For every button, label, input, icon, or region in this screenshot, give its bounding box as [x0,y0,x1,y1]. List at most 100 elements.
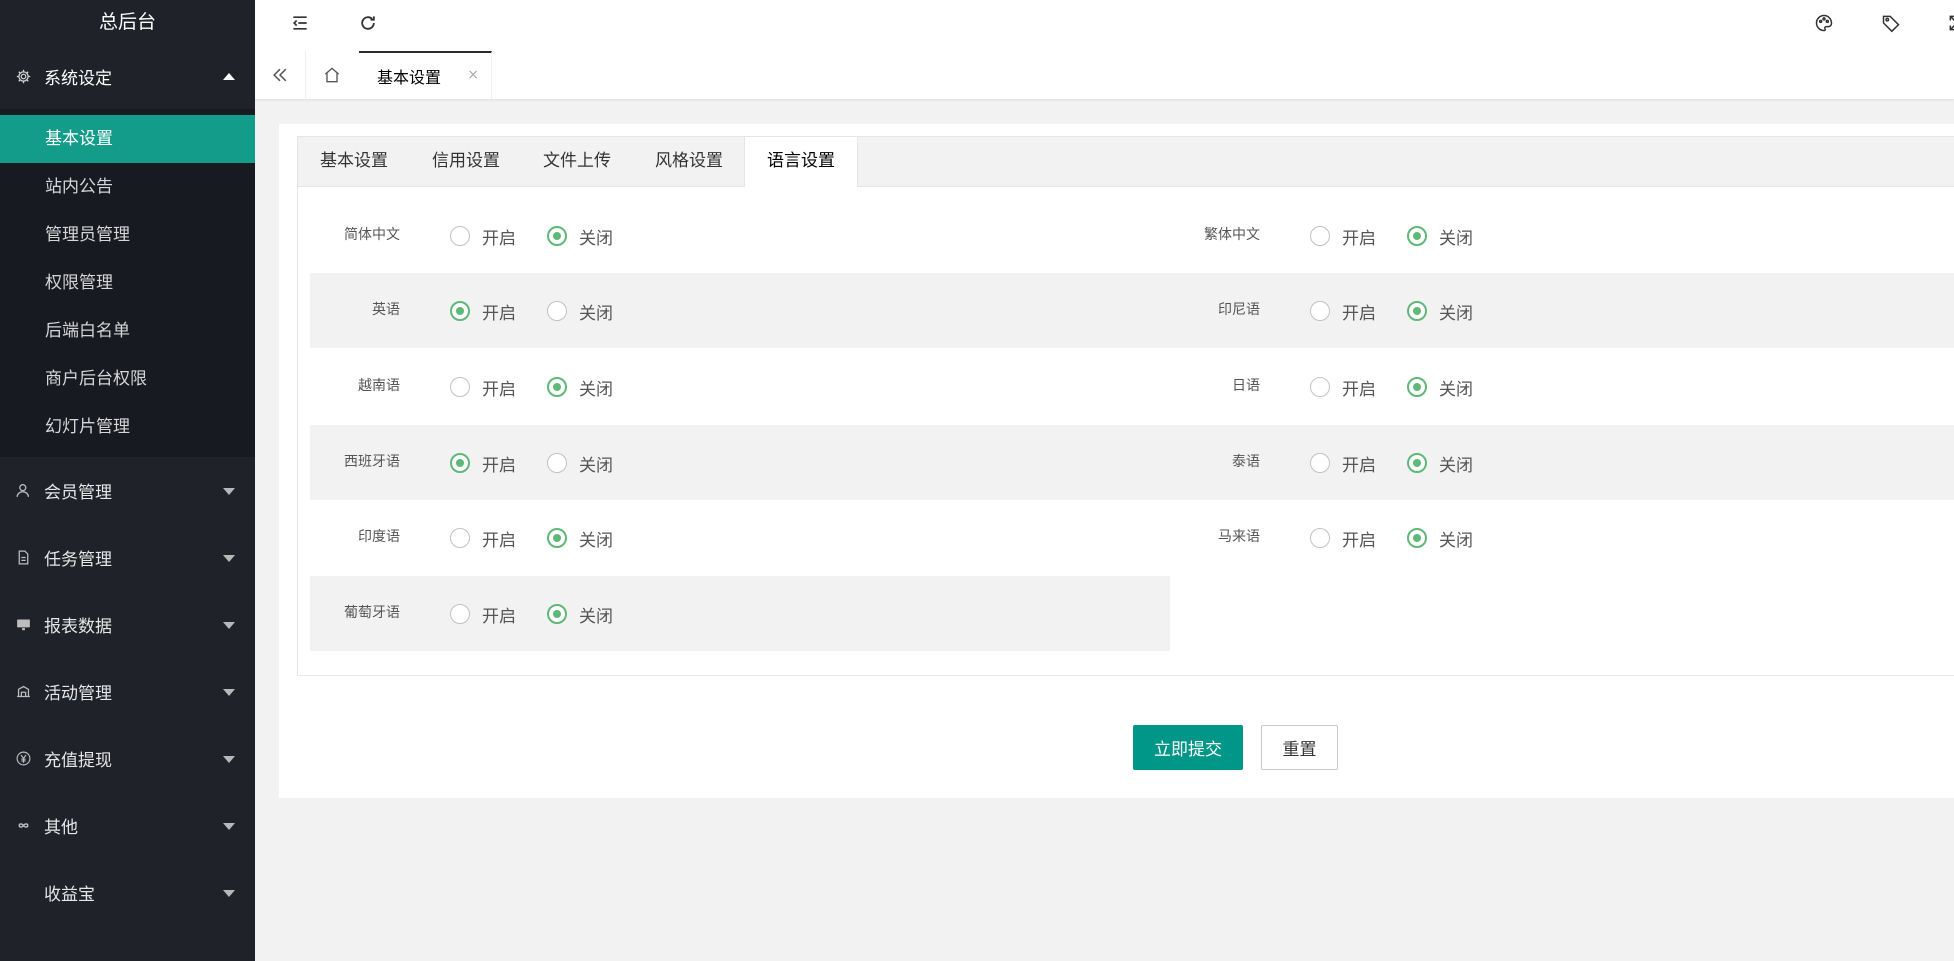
radio-label: 开启 [1342,228,1376,249]
fullscreen-icon[interactable] [1932,0,1954,46]
close-icon[interactable]: × [467,67,479,83]
nav-group-system-settings[interactable]: 系统设定 [0,44,255,109]
radio-off[interactable]: 关闭 [547,300,613,324]
radio-off[interactable]: 关闭 [1407,527,1473,551]
radio-on[interactable]: 开启 [450,225,516,249]
sidebar-item-basic-settings[interactable]: 基本设置 [0,115,255,163]
nav-group-yield[interactable]: 收益宝 [0,859,255,926]
radio-label: 开启 [482,379,516,400]
radio-circle-icon [450,604,470,624]
language-label: 印尼语 [1218,302,1260,318]
reset-button[interactable]: 重置 [1261,725,1338,770]
radio-label: 开启 [482,303,516,324]
radio-off[interactable]: 关闭 [1407,376,1473,400]
form-row: 西班牙语 开启 关闭 泰语 开启 关闭 [310,425,1954,500]
document-icon [14,549,32,567]
radio-off[interactable]: 关闭 [547,527,613,551]
page-tab-label: 基本设置 [377,68,442,87]
nav-group-label: 会员管理 [44,483,112,503]
home-icon[interactable] [305,51,360,99]
language-field: 西班牙语 开启 关闭 [310,425,1170,500]
language-label: 印度语 [358,529,400,545]
radio-off[interactable]: 关闭 [547,603,613,627]
radio-on[interactable]: 开启 [450,603,516,627]
radio-off[interactable]: 关闭 [547,376,613,400]
language-label: 简体中文 [344,227,400,243]
sidebar-item-merchant-permissions[interactable]: 商户后台权限 [0,355,255,403]
radio-label: 关闭 [1439,379,1473,400]
shrink-menu-icon[interactable] [275,0,325,46]
radio-on[interactable]: 开启 [450,527,516,551]
language-label: 日语 [1232,378,1260,394]
nav-group-other[interactable]: 其他 [0,792,255,859]
tab-language-settings[interactable]: 语言设置 [744,137,858,187]
radio-on[interactable]: 开启 [1310,225,1376,249]
radio-circle-icon [547,604,567,624]
radio-label: 开启 [1342,455,1376,476]
form-row: 英语 开启 关闭 印尼语 开启 关闭 [310,273,1954,348]
radio-on[interactable]: 开启 [1310,376,1376,400]
radio-circle-icon [450,301,470,321]
radio-label: 关闭 [579,379,613,400]
radio-circle-icon [1407,377,1427,397]
radio-on[interactable]: 开启 [1310,300,1376,324]
nav-group-label: 活动管理 [44,684,112,704]
nav-group-activities[interactable]: 活动管理 [0,658,255,725]
radio-circle-icon [450,528,470,548]
user-icon [14,482,32,500]
sidebar-item-slideshow[interactable]: 幻灯片管理 [0,403,255,451]
tab-file-upload[interactable]: 文件上传 [521,137,633,186]
sidebar-item-permissions[interactable]: 权限管理 [0,259,255,307]
language-label: 马来语 [1218,529,1260,545]
radio-label: 关闭 [1439,303,1473,324]
radio-on[interactable]: 开启 [450,376,516,400]
top-header [255,0,1954,52]
nav-group-members[interactable]: 会员管理 [0,457,255,524]
radio-circle-icon [547,226,567,246]
radio-label: 关闭 [1439,455,1473,476]
radio-circle-icon [547,301,567,321]
radio-off[interactable]: 关闭 [1407,452,1473,476]
language-field: 马来语 开启 关闭 [1170,500,1954,575]
radio-on[interactable]: 开启 [450,300,516,324]
language-field: 简体中文 开启 关闭 [310,198,1170,273]
refresh-icon[interactable] [343,0,393,46]
sidebar-item-announcements[interactable]: 站内公告 [0,163,255,211]
radio-label: 关闭 [579,228,613,249]
palette-icon[interactable] [1799,0,1849,46]
radio-circle-icon [450,377,470,397]
radio-off[interactable]: 关闭 [547,225,613,249]
radio-on[interactable]: 开启 [1310,452,1376,476]
nav-group-deposit-withdraw[interactable]: 充值提现 [0,725,255,792]
radio-off[interactable]: 关闭 [1407,225,1473,249]
radio-label: 开启 [482,606,516,627]
tab-credit-settings[interactable]: 信用设置 [410,137,522,186]
nav-group-label: 充值提现 [44,751,112,771]
radio-off[interactable]: 关闭 [1407,300,1473,324]
nav-group-reports[interactable]: 报表数据 [0,591,255,658]
settings-tab-header: 基本设置 信用设置 文件上传 风格设置 语言设置 [298,137,1954,187]
radio-on[interactable]: 开启 [1310,527,1376,551]
radio-label: 关闭 [579,455,613,476]
radio-circle-icon [547,453,567,473]
form-row: 越南语 开启 关闭 日语 开启 关闭 [310,349,1954,424]
radio-label: 关闭 [1439,228,1473,249]
tab-style-settings[interactable]: 风格设置 [633,137,745,186]
sidebar-item-admin-management[interactable]: 管理员管理 [0,211,255,259]
tab-basic-settings[interactable]: 基本设置 [298,137,410,186]
tag-icon[interactable] [1866,0,1916,46]
radio-off[interactable]: 关闭 [547,452,613,476]
submit-button[interactable]: 立即提交 [1133,725,1243,770]
sidebar-item-backend-whitelist[interactable]: 后端白名单 [0,307,255,355]
app-logo-title[interactable]: 总后台 [0,0,255,44]
page-tab-basic-settings[interactable]: 基本设置 × [359,51,492,99]
radio-label: 开启 [482,530,516,551]
radio-label: 关闭 [579,530,613,551]
double-chevron-left-icon[interactable] [255,51,306,99]
nav-group-label: 系统设定 [44,69,112,89]
radio-label: 关闭 [579,606,613,627]
radio-on[interactable]: 开启 [450,452,516,476]
nav-group-tasks[interactable]: 任务管理 [0,524,255,591]
language-label: 英语 [372,302,400,318]
sidebar: 总后台 系统设定 基本设置 站内公告 管理员管理 权限管理 后端白名单 商户后台… [0,0,255,961]
